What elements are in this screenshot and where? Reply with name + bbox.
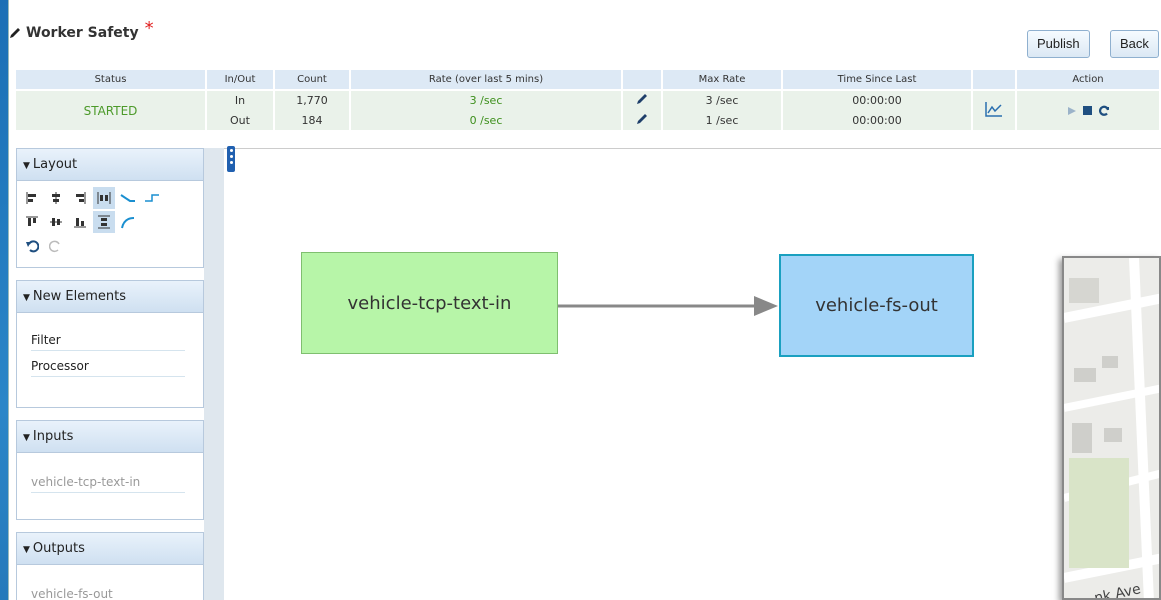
max-rate-in: 3 /sec — [662, 89, 783, 110]
outputs-panel-title: Outputs — [32, 541, 85, 556]
direction-out: Out — [206, 110, 275, 130]
collapse-triangle-icon: ▼ — [23, 293, 30, 303]
straight-connector-icon[interactable] — [117, 187, 139, 209]
connection-arrow[interactable] — [558, 294, 780, 318]
new-elements-panel-header[interactable]: ▼ New Elements — [17, 281, 203, 313]
unsaved-marker: * — [144, 18, 154, 39]
back-button[interactable]: Back — [1110, 30, 1159, 58]
title-bar: Worker Safety * — [8, 18, 154, 43]
align-bottom-icon[interactable] — [69, 211, 91, 233]
output-item[interactable]: vehicle-fs-out — [31, 579, 185, 600]
publish-button[interactable]: Publish — [1027, 30, 1090, 58]
rate-in: 3 /sec — [350, 89, 623, 110]
pencil-icon[interactable] — [8, 26, 22, 40]
align-center-icon[interactable] — [45, 187, 67, 209]
new-element-filter[interactable]: Filter — [31, 325, 185, 351]
collapse-triangle-icon: ▼ — [23, 433, 30, 443]
palette-handle[interactable] — [227, 146, 235, 172]
count-in: 1,770 — [274, 89, 351, 110]
inputs-panel-title: Inputs — [32, 429, 74, 444]
input-node[interactable]: vehicle-tcp-text-in — [301, 252, 558, 354]
map-preview[interactable]: nk Ave — [1062, 256, 1161, 600]
collapse-triangle-icon: ▼ — [23, 161, 30, 171]
align-left-icon[interactable] — [21, 187, 43, 209]
time-since-last-out: 00:00:00 — [782, 110, 973, 130]
sidebar-scrollbar[interactable] — [204, 148, 224, 600]
curved-connector-icon[interactable] — [117, 211, 139, 233]
pencil-icon[interactable] — [635, 92, 649, 106]
collapse-triangle-icon: ▼ — [23, 545, 30, 555]
align-top-icon[interactable] — [21, 211, 43, 233]
col-max-rate: Max Rate — [662, 70, 783, 90]
service-title: Worker Safety — [26, 24, 139, 41]
output-node[interactable]: vehicle-fs-out — [779, 254, 974, 357]
stop-icon[interactable] — [1082, 106, 1092, 115]
layout-panel-title: Layout — [32, 157, 78, 172]
inputs-panel-header[interactable]: ▼ Inputs — [17, 421, 203, 453]
status-text: STARTED — [16, 89, 207, 130]
diagram-canvas[interactable] — [224, 148, 1161, 600]
pencil-icon[interactable] — [635, 112, 649, 126]
col-time-since-last: Time Since Last — [782, 70, 973, 90]
col-chart — [972, 70, 1017, 90]
col-action: Action — [1016, 70, 1161, 90]
service-stats-table: Status In/Out Count Rate (over last 5 mi… — [16, 70, 1161, 130]
new-elements-panel: ▼ New Elements Filter Processor — [16, 280, 204, 408]
align-right-icon[interactable] — [69, 187, 91, 209]
col-edit — [622, 70, 663, 90]
redo-icon[interactable] — [45, 235, 67, 257]
line-chart-icon[interactable] — [985, 101, 1003, 117]
chart-cell[interactable] — [972, 89, 1017, 130]
time-since-last-in: 00:00:00 — [782, 89, 973, 110]
undo-icon[interactable] — [21, 235, 43, 257]
direction-in: In — [206, 89, 275, 110]
col-status: Status — [16, 70, 207, 90]
map-tiles — [1064, 258, 1159, 598]
distribute-vertical-icon[interactable] — [93, 211, 115, 233]
layout-panel: ▼ Layout — [16, 148, 204, 268]
align-middle-icon[interactable] — [45, 211, 67, 233]
input-item[interactable]: vehicle-tcp-text-in — [31, 467, 185, 493]
distribute-horizontal-icon[interactable] — [93, 187, 115, 209]
col-in-out: In/Out — [206, 70, 275, 90]
new-elements-panel-title: New Elements — [32, 289, 127, 304]
count-out: 184 — [274, 110, 351, 130]
layout-panel-header[interactable]: ▼ Layout — [17, 149, 203, 181]
sidebar: ▼ Layout ▼ New Elements Filter Processor… — [16, 148, 204, 600]
refresh-icon[interactable] — [1098, 105, 1110, 117]
layout-toolbar — [21, 187, 199, 257]
edit-rate-in[interactable] — [622, 89, 663, 110]
edit-rate-out[interactable] — [622, 110, 663, 130]
action-cell — [1016, 89, 1161, 130]
outputs-panel-header[interactable]: ▼ Outputs — [17, 533, 203, 565]
inputs-panel: ▼ Inputs vehicle-tcp-text-in — [16, 420, 204, 520]
play-icon[interactable] — [1067, 106, 1077, 116]
stats-row-in: STARTED In 1,770 3 /sec 3 /sec 00:00:00 — [16, 89, 1161, 130]
rate-out: 0 /sec — [350, 110, 623, 130]
new-element-processor[interactable]: Processor — [31, 351, 185, 377]
col-count: Count — [274, 70, 351, 90]
elbow-connector-icon[interactable] — [141, 187, 163, 209]
col-rate: Rate (over last 5 mins) — [350, 70, 623, 90]
outputs-panel: ▼ Outputs vehicle-fs-out — [16, 532, 204, 600]
max-rate-out: 1 /sec — [662, 110, 783, 130]
